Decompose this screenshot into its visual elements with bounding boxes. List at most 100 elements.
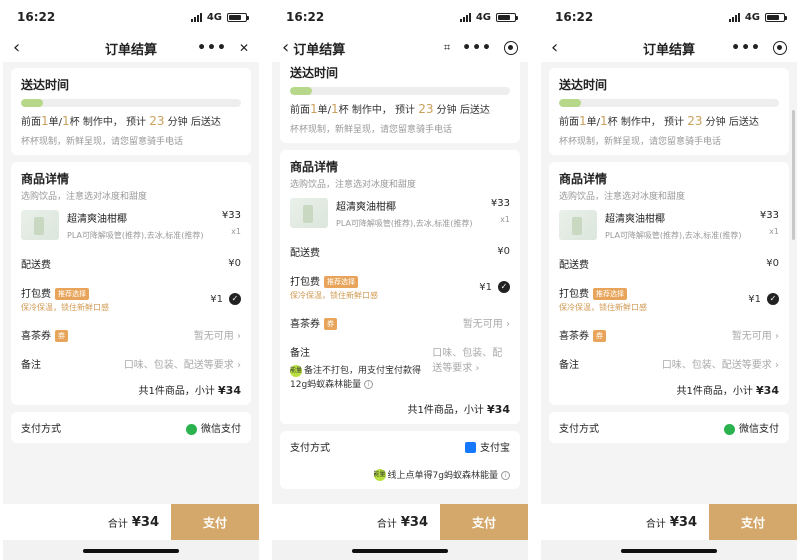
- page-title: 订单结算: [293, 42, 346, 58]
- back-arrow-icon[interactable]: ‹: [282, 39, 289, 57]
- goods-title: 商品详情: [21, 172, 70, 186]
- product-qty: x1: [500, 215, 510, 224]
- home-indicator: [352, 549, 448, 553]
- delivery-title: 送达时间: [21, 78, 70, 92]
- delivery-fee-row: 配送费 ¥0: [559, 258, 779, 271]
- info-icon[interactable]: i: [501, 470, 510, 480]
- product-spec: PLA可降解吸管(推荐),去冰,标准(推荐): [336, 219, 473, 228]
- check-icon[interactable]: ✓: [229, 293, 241, 305]
- product-spec: PLA可降解吸管(推荐),去冰,标准(推荐): [67, 231, 204, 240]
- alipay-label: 支付宝: [480, 442, 510, 454]
- remark-row[interactable]: 备注 口味、包装、配送等要求 ›: [559, 349, 779, 378]
- queue-status: 前面1单/1杯 制作中， 预计 23 分钟 后送达: [559, 114, 759, 128]
- packing-fee-row[interactable]: 打包费 推荐选择 保冷保温，锁住新鲜口感 ¥1 ✓: [21, 278, 241, 320]
- payment-method-card[interactable]: 支付方式 支付宝 能量 线上点单得7g蚂蚁森林能量 i: [280, 430, 520, 489]
- goods-subtitle: 选购饮品，注意选对冰度和甜度: [21, 192, 148, 202]
- check-icon[interactable]: ✓: [498, 281, 510, 293]
- product-qty: x1: [231, 227, 241, 236]
- more-dots-icon[interactable]: •••: [462, 40, 492, 56]
- payment-alipay-note: 能量 线上点单得7g蚂蚁森林能量 i: [290, 468, 510, 481]
- goods-title: 商品详情: [290, 160, 339, 174]
- delivery-note: 杯杯现制，新鲜呈现，请您留意骑手电话: [290, 125, 453, 135]
- back-arrow-icon[interactable]: ‹: [13, 39, 20, 57]
- delivery-note: 杯杯现制，新鲜呈现，请您留意骑手电话: [21, 137, 184, 147]
- more-dots-icon[interactable]: •••: [731, 40, 761, 56]
- delivery-title: 送达时间: [559, 78, 608, 92]
- comparison-stage: 16:22 4G ‹ 订单结算 ••• ✕ 送达时间 前面1单/1杯 制作中， …: [0, 0, 800, 560]
- alipay-icon: [465, 442, 476, 453]
- network-label: 4G: [475, 11, 491, 23]
- phone-screen-alipay: 16:22 4G ‹ 订单结算 ⌗ ••• 送达时间 前面1单/1杯 制作中， …: [272, 0, 528, 560]
- status-time: 16:22: [555, 10, 594, 24]
- product-name: 超清爽油柑椰: [605, 214, 665, 225]
- payment-label: 支付方式: [21, 424, 61, 435]
- packing-fee-row[interactable]: 打包费 推荐选择 保冷保温，锁住新鲜口感 ¥1 ✓: [559, 278, 779, 320]
- product-price: ¥33: [221, 210, 241, 221]
- coupon-row[interactable]: 喜茶券券 暂无可用 ›: [290, 308, 510, 337]
- product-item[interactable]: 超清爽油柑椰 PLA可降解吸管(推荐),去冰,标准(推荐) ¥33 x1: [21, 210, 241, 241]
- subtotal-line: 共1件商品，小计 ¥34: [407, 402, 510, 416]
- nav-bar: ‹ 订单结算 ••• ✕: [3, 34, 259, 62]
- product-price: ¥33: [759, 210, 779, 221]
- making-progress-bar: [290, 87, 510, 95]
- bottom-total: 合计 ¥34: [541, 504, 709, 540]
- goods-detail-card: 商品详情 选购饮品，注意选对冰度和甜度 超清爽油柑椰 PLA可降解吸管(推荐),…: [280, 150, 520, 424]
- payment-method-card[interactable]: 支付方式 微信支付: [549, 412, 789, 443]
- qr-scan-icon[interactable]: ⌗: [444, 41, 450, 55]
- status-bar: 16:22 4G: [541, 0, 797, 34]
- phone-screen-mini-program: 16:22 4G ‹ 订单结算 ••• 送达时间 前面1单/1杯 制作中， 预计…: [541, 0, 797, 560]
- payment-method-card[interactable]: 支付方式 微信支付: [11, 412, 251, 443]
- making-progress-bar: [21, 99, 241, 107]
- info-icon[interactable]: i: [364, 379, 374, 389]
- battery-icon: [496, 12, 518, 22]
- more-dots-icon[interactable]: •••: [197, 40, 227, 56]
- recommend-tag: 推荐选择: [55, 288, 89, 300]
- goods-detail-card: 商品详情 选购饮品，注意选对冰度和甜度 超清爽油柑椰 PLA可降解吸管(推荐),…: [11, 162, 251, 405]
- nav-bar: ‹ 订单结算 ⌗ •••: [272, 34, 528, 62]
- status-bar: 16:22 4G: [3, 0, 259, 34]
- packing-fee-row[interactable]: 打包费 推荐选择 保冷保温，锁住新鲜口感 ¥1 ✓: [290, 266, 510, 308]
- checkout-bar: 合计 ¥34 支付: [541, 504, 797, 560]
- remark-row[interactable]: 备注 口味、包装、配送等要求 ›: [21, 349, 241, 378]
- product-price: ¥33: [490, 198, 510, 209]
- product-name: 超清爽油柑椰: [336, 202, 396, 213]
- recommend-tag: 推荐选择: [593, 288, 627, 300]
- coupon-tag: 券: [593, 330, 606, 342]
- recommend-tag: 推荐选择: [324, 276, 358, 288]
- product-qty: x1: [769, 227, 779, 236]
- subtotal-line: 共1件商品，小计 ¥34: [138, 384, 241, 397]
- status-time: 16:22: [286, 10, 325, 24]
- signal-icon: [728, 12, 740, 22]
- product-item[interactable]: 超清爽油柑椰 PLA可降解吸管(推荐),去冰,标准(推荐) ¥33 x1: [559, 210, 779, 241]
- pay-button[interactable]: 支付: [709, 504, 797, 540]
- queue-status: 前面1单/1杯 制作中， 预计 23 分钟 后送达: [21, 114, 221, 128]
- checkout-bar: 合计 ¥34 支付: [272, 504, 528, 560]
- ant-forest-badge: 能量: [290, 364, 302, 377]
- wechat-pay-label: 微信支付: [201, 424, 241, 435]
- product-image: [21, 210, 59, 240]
- signal-icon: [190, 12, 202, 22]
- battery-icon: [765, 12, 787, 22]
- close-icon[interactable]: ✕: [239, 41, 249, 55]
- product-item[interactable]: 超清爽油柑椰 PLA可降解吸管(推荐),去冰,标准(推荐) ¥33 x1: [290, 198, 510, 229]
- coupon-row[interactable]: 喜茶券券 暂无可用 ›: [559, 320, 779, 349]
- pay-button[interactable]: 支付: [440, 504, 528, 540]
- battery-icon: [227, 12, 249, 22]
- subtotal-line: 共1件商品，小计 ¥34: [676, 384, 779, 397]
- goods-detail-card: 商品详情 选购饮品，注意选对冰度和甜度 超清爽油柑椰 PLA可降解吸管(推荐),…: [549, 162, 789, 405]
- delivery-time-card: 送达时间 前面1单/1杯 制作中， 预计 23 分钟 后送达 杯杯现制，新鲜呈现…: [549, 68, 789, 155]
- delivery-time-card: 送达时间 前面1单/1杯 制作中， 预计 23 分钟 后送达 杯杯现制，新鲜呈现…: [11, 68, 251, 155]
- target-circle-icon[interactable]: [504, 41, 518, 55]
- pay-button[interactable]: 支付: [171, 504, 259, 540]
- queue-status: 前面1单/1杯 制作中， 预计 23 分钟 后送达: [290, 102, 490, 116]
- wechat-pay-icon: [186, 423, 197, 435]
- check-icon[interactable]: ✓: [767, 293, 779, 305]
- status-bar: 16:22 4G: [272, 0, 528, 34]
- back-arrow-icon[interactable]: ‹: [551, 39, 558, 57]
- coupon-row[interactable]: 喜茶券券 暂无可用 ›: [21, 320, 241, 349]
- remark-row[interactable]: 备注 能量 备注不打包，用支付宝付款得12g蚂蚁森林能量 i 口味、包装、配送等要求…: [290, 337, 510, 397]
- target-circle-icon[interactable]: [773, 41, 787, 55]
- scrollbar[interactable]: [792, 110, 795, 240]
- checkout-bar: 合计 ¥34 支付: [3, 504, 259, 560]
- wechat-pay-icon: [724, 423, 735, 435]
